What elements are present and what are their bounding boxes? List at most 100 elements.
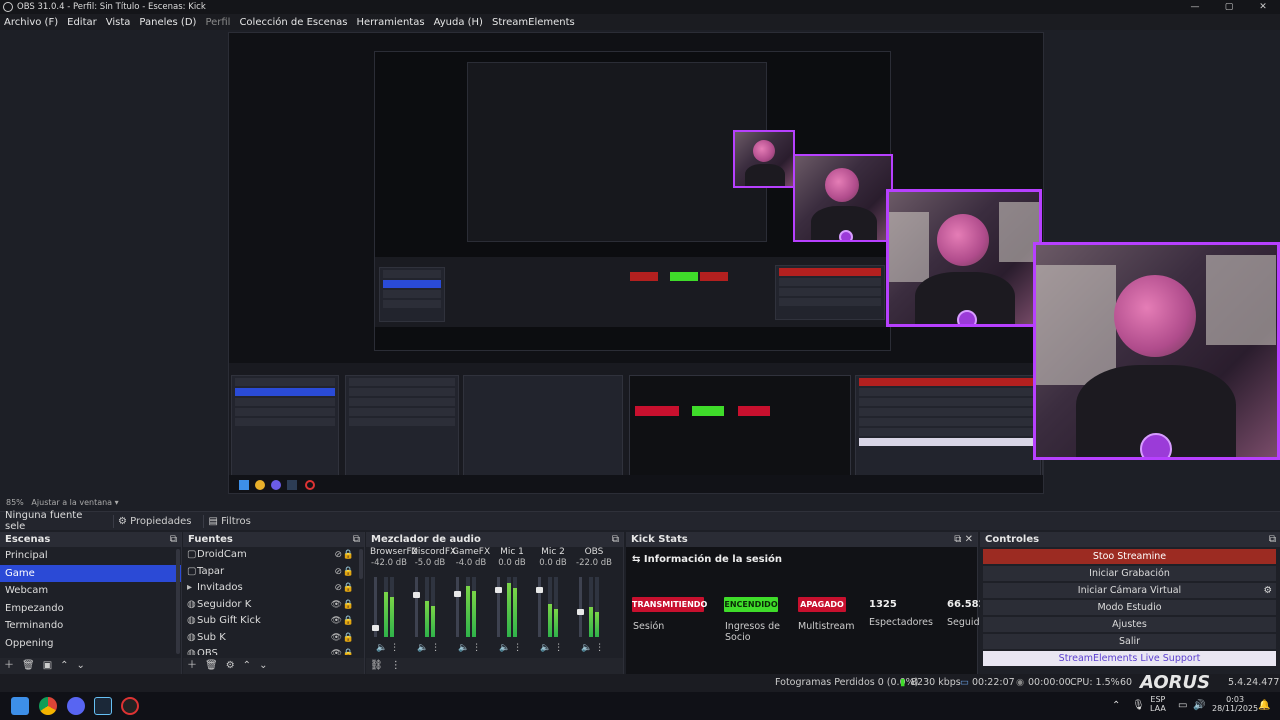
- channel-menu-icon[interactable]: ⋮: [431, 643, 440, 653]
- undock-icon[interactable]: ⧉: [612, 532, 619, 547]
- volume-slider[interactable]: [454, 577, 461, 637]
- link-icon[interactable]: ⛓: [370, 660, 383, 671]
- channel-menu-icon[interactable]: ⋮: [472, 643, 481, 653]
- streamelements-support-button[interactable]: StreamElements Live Support: [983, 651, 1276, 666]
- windows-start-icon[interactable]: [11, 697, 29, 715]
- undock-icon[interactable]: ⧉: [170, 532, 177, 547]
- scene-item-oppening[interactable]: Oppening: [0, 635, 181, 653]
- menu-coleccion-escenas[interactable]: Colección de Escenas: [239, 17, 347, 28]
- eye-icon[interactable]: 👁: [331, 613, 342, 629]
- slider-knob[interactable]: [454, 591, 461, 597]
- eye-hidden-icon[interactable]: ⊘: [334, 580, 342, 596]
- start-virtual-camera-button[interactable]: Iniciar Cámara Virtual ⚙: [983, 583, 1276, 598]
- tray-chevron-icon[interactable]: ⌃: [1112, 700, 1120, 711]
- scenes-scrollbar[interactable]: [176, 549, 180, 654]
- menu-herramientas[interactable]: Herramientas: [356, 17, 424, 28]
- chrome-icon[interactable]: [39, 697, 57, 715]
- close-button[interactable]: ✕: [1246, 0, 1280, 14]
- channel-menu-icon[interactable]: ⋮: [390, 643, 399, 653]
- filters-button[interactable]: ▤ Filtros: [203, 514, 254, 528]
- lock-icon[interactable]: 🔒: [343, 597, 354, 613]
- scene-item-principal[interactable]: Principal: [0, 547, 181, 565]
- menu-perfil[interactable]: Perfil: [205, 17, 230, 28]
- volume-slider[interactable]: [372, 577, 379, 637]
- eye-hidden-icon[interactable]: ⊘: [334, 547, 342, 563]
- slider-knob[interactable]: [413, 592, 420, 598]
- speaker-icon[interactable]: 🔈: [499, 643, 510, 653]
- steam-icon[interactable]: [94, 697, 112, 715]
- slider-knob[interactable]: [495, 587, 502, 593]
- volume-slider[interactable]: [577, 577, 584, 637]
- channel-menu-icon[interactable]: ⋮: [595, 643, 604, 653]
- mixer-menu-icon[interactable]: ⋮: [391, 660, 401, 671]
- source-item[interactable]: ▢Tapar ⊘ 🔒: [183, 564, 364, 581]
- scene-item-terminando[interactable]: Terminando: [0, 617, 181, 635]
- lock-icon[interactable]: 🔒: [343, 564, 354, 580]
- maximize-button[interactable]: ▢: [1212, 0, 1246, 14]
- source-item[interactable]: ▸ Invitados ⊘ 🔒: [183, 580, 364, 597]
- volume-slider[interactable]: [495, 577, 502, 637]
- stop-streaming-button[interactable]: Stoo Streamine: [983, 549, 1276, 564]
- add-source-icon[interactable]: ＋: [187, 660, 197, 671]
- move-up-icon[interactable]: ⌃: [60, 660, 68, 671]
- slider-knob[interactable]: [372, 625, 379, 631]
- settings-button[interactable]: Ajustes: [983, 617, 1276, 632]
- exit-button[interactable]: Salir: [983, 634, 1276, 649]
- lock-icon[interactable]: 🔒: [343, 646, 354, 655]
- source-item[interactable]: ◍Sub Gift Kick 👁 🔒: [183, 613, 364, 630]
- speaker-icon[interactable]: 🔈: [376, 643, 387, 653]
- mic-tray-icon[interactable]: 🎙: [1132, 700, 1145, 711]
- channel-menu-icon[interactable]: ⋮: [554, 643, 563, 653]
- minimize-button[interactable]: —: [1178, 0, 1212, 14]
- discord-icon[interactable]: [67, 697, 85, 715]
- network-icon[interactable]: ▭: [1178, 700, 1187, 711]
- volume-icon[interactable]: 🔊: [1193, 700, 1205, 711]
- source-item[interactable]: ◍Sub K 👁 🔒: [183, 630, 364, 647]
- slider-knob[interactable]: [536, 587, 543, 593]
- studio-mode-button[interactable]: Modo Estudio: [983, 600, 1276, 615]
- scene-item-webcam[interactable]: Webcam: [0, 582, 181, 600]
- obs-taskbar-icon[interactable]: [121, 697, 139, 715]
- zoom-label[interactable]: Ajustar a la ventana: [31, 498, 112, 507]
- add-scene-icon[interactable]: ＋: [4, 660, 14, 671]
- menu-vista[interactable]: Vista: [106, 17, 131, 28]
- notification-icon[interactable]: 🔔: [1258, 700, 1270, 711]
- sources-scrollbar[interactable]: [359, 549, 363, 579]
- channel-menu-icon[interactable]: ⋮: [513, 643, 522, 653]
- filter-scene-icon[interactable]: ▣: [43, 660, 52, 671]
- lock-icon[interactable]: 🔒: [343, 613, 354, 629]
- scene-item-empezando[interactable]: Empezando: [0, 600, 181, 618]
- eye-icon[interactable]: 👁: [331, 597, 342, 613]
- remove-scene-icon[interactable]: 🗑: [22, 660, 35, 671]
- source-item[interactable]: ◍Seguidor K 👁 🔒: [183, 597, 364, 614]
- eye-hidden-icon[interactable]: ⊘: [334, 564, 342, 580]
- menu-streamelements[interactable]: StreamElements: [492, 17, 575, 28]
- preview-canvas[interactable]: [0, 30, 1280, 496]
- slider-knob[interactable]: [577, 609, 584, 615]
- scene-item-game[interactable]: Game: [0, 564, 181, 582]
- virtual-camera-settings-icon[interactable]: ⚙: [1263, 583, 1272, 598]
- menu-editar[interactable]: Editar: [67, 17, 97, 28]
- speaker-icon[interactable]: 🔈: [417, 643, 428, 653]
- speaker-icon[interactable]: 🔈: [581, 643, 592, 653]
- undock-icon[interactable]: ⧉: [353, 532, 360, 547]
- lock-icon[interactable]: 🔒: [343, 547, 354, 563]
- preview-zoom[interactable]: 85% Ajustar a la ventana ▾: [0, 496, 1280, 510]
- lock-icon[interactable]: 🔒: [343, 630, 354, 646]
- eye-icon[interactable]: 👁: [331, 630, 342, 646]
- properties-button[interactable]: ⚙ Propiedades: [113, 514, 195, 528]
- source-properties-icon[interactable]: ⚙: [226, 660, 235, 671]
- remove-source-icon[interactable]: 🗑: [205, 660, 218, 671]
- chevron-down-icon[interactable]: ▾: [115, 498, 119, 507]
- volume-slider[interactable]: [536, 577, 543, 637]
- volume-slider[interactable]: [413, 577, 420, 637]
- eye-icon[interactable]: 👁: [331, 646, 342, 655]
- menu-ayuda[interactable]: Ayuda (H): [434, 17, 483, 28]
- move-down-icon[interactable]: ⌄: [259, 660, 267, 671]
- undock-icon[interactable]: ⧉: [1269, 532, 1276, 547]
- speaker-icon[interactable]: 🔈: [540, 643, 551, 653]
- menu-archivo[interactable]: Archivo (F): [4, 17, 58, 28]
- start-recording-button[interactable]: Iniciar Grabación: [983, 566, 1276, 581]
- lock-icon[interactable]: 🔒: [343, 580, 354, 596]
- menu-paneles[interactable]: Paneles (D): [139, 17, 196, 28]
